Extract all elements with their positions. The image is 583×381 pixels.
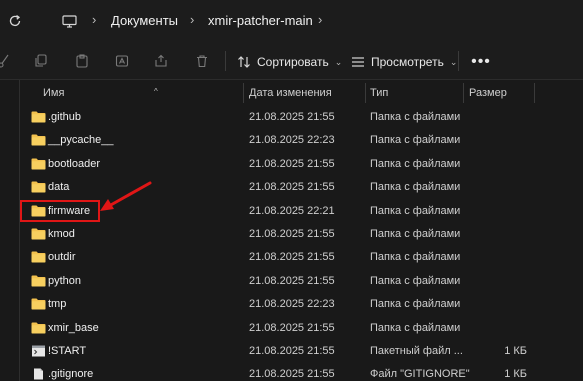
file-name: data: [48, 181, 70, 194]
share-icon[interactable]: [153, 53, 169, 69]
file-row[interactable]: .github 21.08.2025 21:55 Папка с файлами: [20, 106, 583, 129]
file-row[interactable]: .gitignore 21.08.2025 21:55 Файл "GITIGNOR…: [20, 363, 583, 381]
file-name: .gitignore: [48, 368, 94, 381]
command-bar: Сортировать ⌄ Просмотреть ⌄ •••: [0, 42, 583, 80]
column-divider[interactable]: [365, 83, 366, 103]
file-row[interactable]: outdir 21.08.2025 21:55 Папка с файлами: [20, 246, 583, 269]
file-row[interactable]: !START 21.08.2025 21:55 Пакетный файл ... 1…: [20, 340, 583, 363]
batch-file-icon: [31, 345, 46, 357]
folder-icon: [31, 181, 46, 193]
file-date: 21.08.2025 21:55: [249, 181, 335, 194]
address-bar: › Документы › xmir-patcher-main ›: [0, 0, 583, 42]
file-row[interactable]: kmod 21.08.2025 21:55 Папка с файлами: [20, 223, 583, 246]
file-name: __pycache__: [48, 134, 114, 147]
chevron-down-icon: ⌄: [449, 56, 458, 67]
file-icon: [31, 368, 46, 380]
file-name: tmp: [48, 298, 67, 311]
chevron-right-icon[interactable]: ›: [190, 12, 194, 27]
more-options-button[interactable]: •••: [471, 52, 491, 72]
cut-icon[interactable]: [0, 53, 12, 69]
file-type: Папка с файлами: [370, 321, 461, 334]
file-type: Папка с файлами: [370, 251, 461, 264]
folder-icon: [31, 134, 46, 146]
file-size: 1 КБ: [504, 368, 527, 381]
file-row[interactable]: xmir_base 21.08.2025 21:55 Папка с файлами: [20, 317, 583, 340]
column-size[interactable]: Размер: [469, 87, 507, 99]
file-name: .github: [48, 111, 82, 123]
file-name: kmod: [48, 228, 75, 240]
file-date: 21.08.2025 22:23: [249, 134, 335, 147]
file-type: Папка с файлами: [370, 298, 461, 311]
view-label: Просмотреть: [371, 55, 444, 69]
file-date: 21.08.2025 21:55: [249, 368, 335, 381]
file-date: 21.08.2025 21:55: [249, 321, 335, 334]
vertical-scrollbar[interactable]: [577, 80, 583, 381]
folder-icon: [31, 275, 46, 287]
file-date: 21.08.2025 22:21: [249, 204, 335, 217]
sort-label: Сортировать: [257, 55, 329, 69]
file-date: 21.08.2025 21:55: [249, 157, 335, 170]
paste-icon[interactable]: [74, 53, 90, 69]
column-type[interactable]: Тип: [370, 87, 388, 99]
column-name[interactable]: Имя: [43, 87, 64, 99]
file-row[interactable]: bootloader 21.08.2025 21:55 Папка с файлам…: [20, 153, 583, 176]
copy-icon[interactable]: [33, 53, 49, 69]
file-size: 1 КБ: [504, 345, 527, 357]
column-divider[interactable]: [243, 83, 244, 103]
annotation-arrow: [100, 181, 152, 211]
file-type: Папка с файлами: [370, 204, 461, 217]
file-date: 21.08.2025 22:23: [249, 298, 335, 311]
breadcrumb-documents[interactable]: Документы: [111, 13, 178, 28]
file-date: 21.08.2025 21:55: [249, 228, 335, 240]
chevron-right-icon[interactable]: ›: [92, 12, 96, 27]
folder-icon: [31, 111, 46, 123]
folder-icon: [31, 158, 46, 170]
file-name: outdir: [48, 251, 76, 264]
toolbar-divider: [225, 51, 226, 71]
file-type: Пакетный файл ...: [370, 345, 463, 357]
file-type: Папка с файлами: [370, 228, 461, 240]
file-list-pane: ^ Имя Дата изменения Тип Размер .github 2…: [0, 80, 583, 381]
file-row[interactable]: tmp 21.08.2025 22:23 Папка с файлами: [20, 293, 583, 316]
file-name: bootloader: [48, 157, 100, 170]
file-name: !START: [48, 345, 87, 357]
file-type: Папка с файлами: [370, 181, 461, 194]
folder-icon: [31, 298, 46, 310]
column-divider[interactable]: [534, 83, 535, 103]
file-type: Папка с файлами: [370, 274, 461, 287]
file-date: 21.08.2025 21:55: [249, 345, 335, 357]
folder-icon: [31, 251, 46, 263]
column-date[interactable]: Дата изменения: [249, 87, 332, 99]
file-type: Файл "GITIGNORE": [370, 368, 470, 381]
file-date: 21.08.2025 21:55: [249, 251, 335, 264]
chevron-right-icon[interactable]: ›: [318, 12, 322, 27]
column-header-row: ^ Имя Дата изменения Тип Размер: [20, 82, 583, 104]
folder-icon: [31, 322, 46, 334]
this-pc-icon[interactable]: [60, 12, 78, 30]
file-name: xmir_base: [48, 321, 99, 334]
toolbar-divider: [458, 51, 459, 71]
column-divider[interactable]: [463, 83, 464, 103]
file-type: Папка с файлами: [370, 157, 461, 170]
file-row[interactable]: __pycache__ 21.08.2025 22:23 Папка с файла…: [20, 129, 583, 152]
delete-icon[interactable]: [194, 53, 210, 69]
highlight-box: [20, 200, 100, 222]
breadcrumb-current-folder[interactable]: xmir-patcher-main: [208, 13, 313, 28]
more-icon: •••: [471, 53, 491, 70]
chevron-down-icon: ⌄: [334, 56, 343, 67]
rename-icon[interactable]: [114, 53, 130, 69]
file-row[interactable]: python 21.08.2025 21:55 Папка с файлами: [20, 270, 583, 293]
file-type: Папка с файлами: [370, 111, 461, 123]
folder-icon: [31, 228, 46, 240]
file-date: 21.08.2025 21:55: [249, 274, 335, 287]
refresh-icon[interactable]: [6, 12, 24, 30]
view-button[interactable]: Просмотреть ⌄: [351, 52, 457, 72]
sort-icon: [237, 55, 251, 69]
file-name: python: [48, 274, 82, 287]
sort-button[interactable]: Сортировать ⌄: [237, 52, 342, 72]
file-type: Папка с файлами: [370, 134, 461, 147]
sort-ascending-icon: ^: [154, 87, 158, 96]
view-icon: [351, 56, 365, 68]
file-date: 21.08.2025 21:55: [249, 111, 335, 123]
